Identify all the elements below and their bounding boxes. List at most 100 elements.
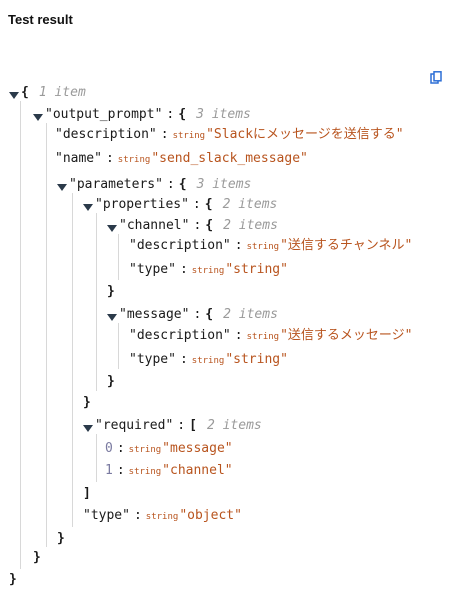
json-key: "channel" xyxy=(119,218,190,233)
colon: : xyxy=(179,352,188,367)
panel-title: Test result xyxy=(8,12,73,27)
close-bracket: } xyxy=(33,550,41,565)
json-key: "properties" xyxy=(95,197,189,212)
json-node-row: } xyxy=(107,374,115,390)
json-key: "required" xyxy=(95,418,174,433)
colon: : xyxy=(116,463,125,478)
json-value: "message" xyxy=(162,441,233,456)
json-key: "description" xyxy=(129,238,231,253)
colon: : xyxy=(133,508,142,523)
json-node-row[interactable]: "channel":{2 items xyxy=(107,218,278,234)
copy-icon[interactable] xyxy=(430,69,442,84)
colon: : xyxy=(234,238,243,253)
json-key: "parameters" xyxy=(69,177,163,192)
json-value: "object" xyxy=(179,508,242,523)
collapse-triangle-icon[interactable] xyxy=(9,89,19,99)
open-bracket: { xyxy=(178,177,187,192)
json-node-row[interactable]: "output_prompt":{3 items xyxy=(33,107,251,123)
collapse-triangle-icon[interactable] xyxy=(33,111,43,121)
json-key: "type" xyxy=(129,262,176,277)
collapse-triangle-icon[interactable] xyxy=(107,311,117,321)
json-value: "送信するメッセージ" xyxy=(280,328,413,343)
json-node-row[interactable]: {1 item xyxy=(9,85,86,101)
json-node-row: } xyxy=(57,531,65,547)
type-label: string xyxy=(246,242,280,252)
item-count: 3 items xyxy=(196,107,251,122)
collapse-triangle-icon[interactable] xyxy=(83,422,93,432)
open-bracket: { xyxy=(21,85,29,100)
item-count: 2 items xyxy=(223,218,278,233)
colon: : xyxy=(234,328,243,343)
open-bracket: { xyxy=(178,107,187,122)
colon: : xyxy=(193,218,202,233)
indent-guide xyxy=(118,234,119,280)
json-node-row[interactable]: "properties":{2 items xyxy=(83,197,277,213)
json-node-row: ] xyxy=(83,486,91,502)
json-value: "string" xyxy=(225,352,288,367)
type-label: string xyxy=(172,131,206,141)
colon: : xyxy=(105,151,114,166)
json-node-row[interactable]: "message":{2 items xyxy=(107,307,278,323)
json-node-row[interactable]: "parameters":{3 items xyxy=(57,177,251,193)
json-value: "send_slack_message" xyxy=(151,151,308,166)
colon: : xyxy=(160,127,169,142)
close-bracket: } xyxy=(107,284,115,299)
json-key: "name" xyxy=(55,151,102,166)
item-count: 3 items xyxy=(196,177,252,192)
collapse-triangle-icon[interactable] xyxy=(107,222,117,232)
json-key: "type" xyxy=(129,352,176,367)
colon: : xyxy=(116,441,125,456)
array-index: 1 xyxy=(105,463,113,478)
indent-guide xyxy=(118,323,119,369)
json-key: "message" xyxy=(119,307,190,322)
colon: : xyxy=(166,177,175,192)
json-node-row: 1: string"channel" xyxy=(105,463,233,479)
type-label: string xyxy=(246,332,280,342)
json-node-row: "description": string"送信するメッセージ" xyxy=(129,328,413,344)
json-key: "description" xyxy=(129,328,231,343)
item-count: 1 item xyxy=(38,85,86,100)
open-bracket: { xyxy=(204,197,213,212)
json-node-row: "description": string"送信するチャンネル" xyxy=(129,238,412,254)
json-node-row: "name": string"send_slack_message" xyxy=(55,151,308,167)
array-index: 0 xyxy=(105,441,113,456)
type-label: string xyxy=(191,356,225,366)
open-bracket: { xyxy=(205,307,214,322)
close-bracket: } xyxy=(9,572,17,587)
item-count: 2 items xyxy=(222,197,278,212)
json-node-row: } xyxy=(33,550,41,566)
item-count: 2 items xyxy=(223,307,278,322)
json-node-row: "type": string"string" xyxy=(129,352,288,368)
json-node-row[interactable]: "required":[2 items xyxy=(83,418,262,434)
indent-guide xyxy=(20,101,21,569)
json-key: "type" xyxy=(83,508,130,523)
json-node-row: } xyxy=(83,395,91,411)
type-label: string xyxy=(145,512,179,522)
json-node-row: } xyxy=(107,284,115,300)
collapse-triangle-icon[interactable] xyxy=(57,181,67,191)
colon: : xyxy=(166,107,175,122)
indent-guide xyxy=(96,213,97,391)
type-label: string xyxy=(117,155,151,165)
json-value: "Slackにメッセージを送信する" xyxy=(206,127,404,142)
item-count: 2 items xyxy=(206,418,262,433)
type-label: string xyxy=(128,445,162,455)
json-value: "channel" xyxy=(162,463,233,478)
colon: : xyxy=(179,262,188,277)
indent-guide xyxy=(72,193,73,527)
json-node-row: "type": string"string" xyxy=(129,262,288,278)
close-bracket: } xyxy=(83,395,91,410)
json-key: "output_prompt" xyxy=(45,107,163,122)
collapse-triangle-icon[interactable] xyxy=(83,201,93,211)
close-bracket: } xyxy=(57,531,65,546)
close-bracket: } xyxy=(107,374,115,389)
indent-guide xyxy=(46,123,47,547)
json-key: "description" xyxy=(55,127,157,142)
json-value: "string" xyxy=(225,262,288,277)
indent-guide xyxy=(96,434,97,482)
type-label: string xyxy=(128,467,162,477)
open-bracket: [ xyxy=(189,418,197,433)
close-bracket: ] xyxy=(83,486,91,501)
colon: : xyxy=(193,307,202,322)
type-label: string xyxy=(191,266,225,276)
